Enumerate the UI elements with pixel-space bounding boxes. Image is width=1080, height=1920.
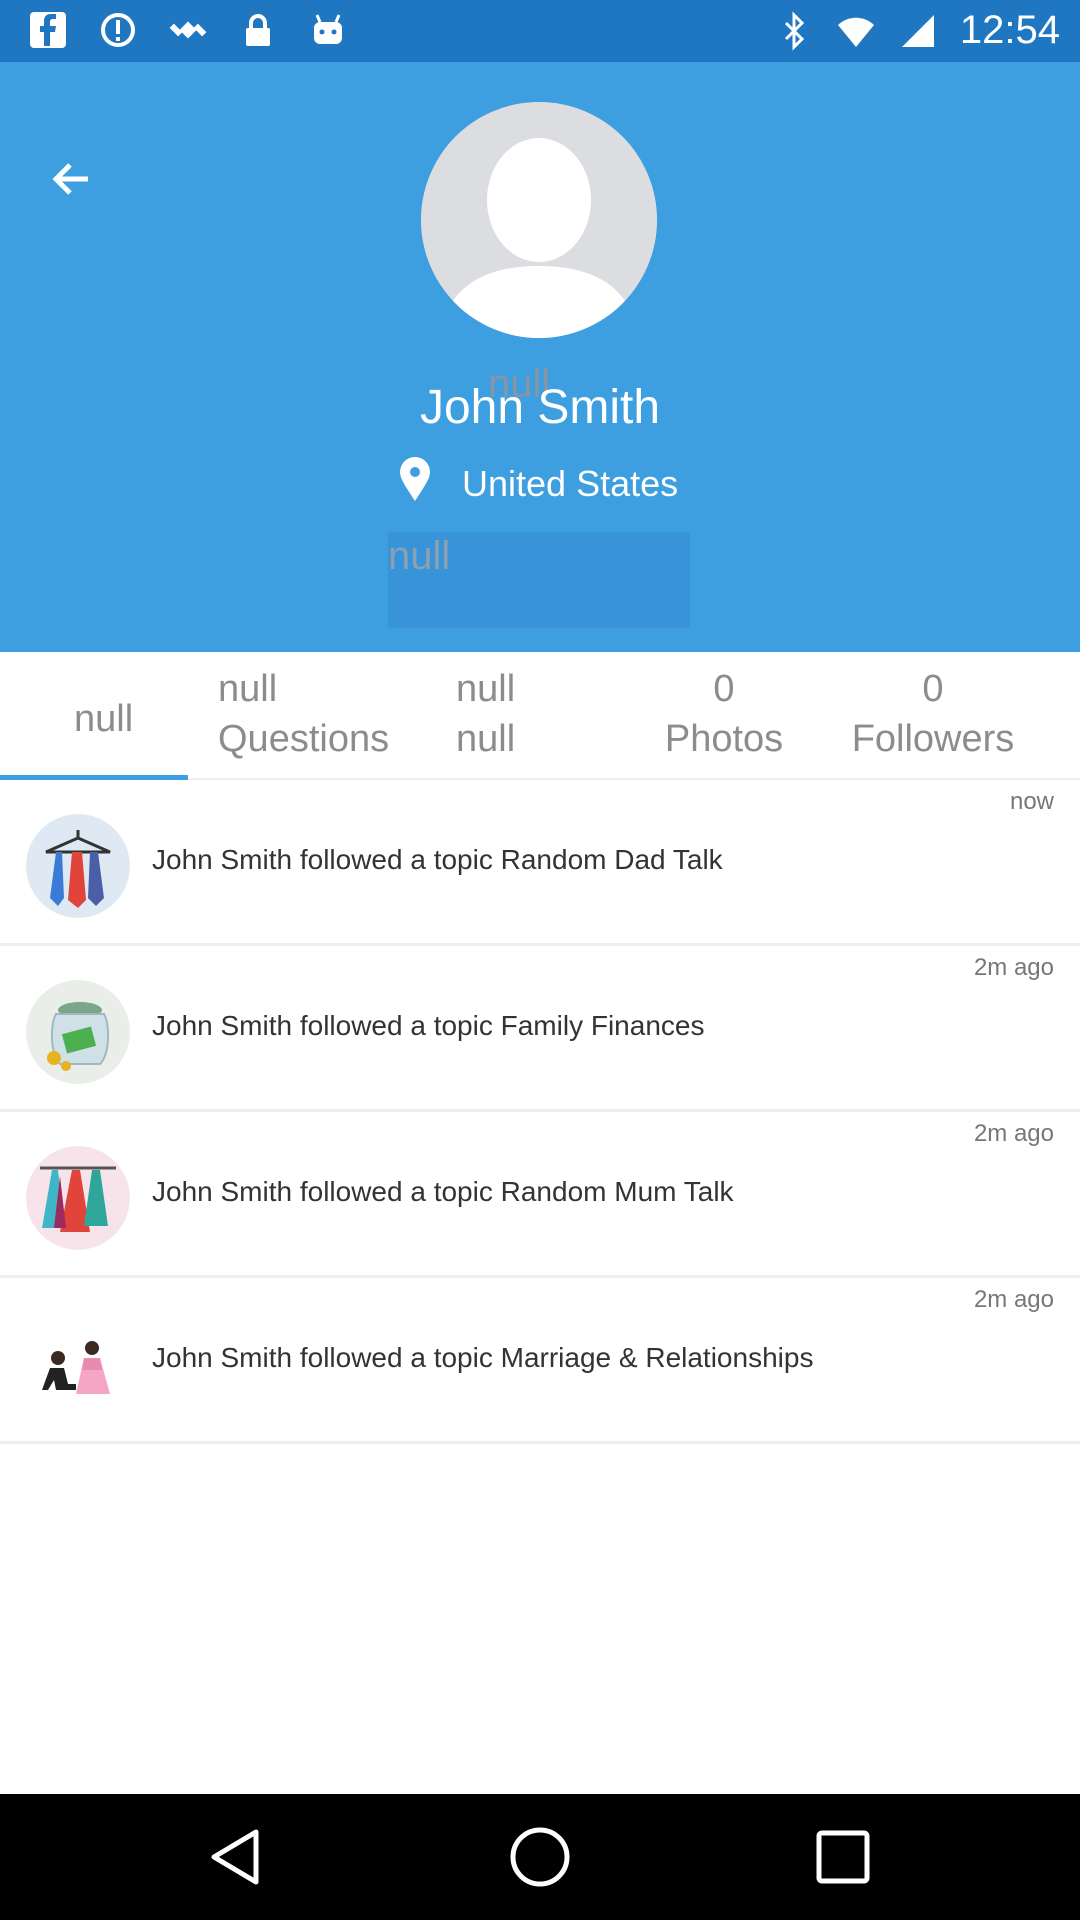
profile-name: John Smith: [419, 381, 661, 434]
activity-list: now John Smith followed a topic Random D…: [0, 780, 1080, 1444]
signal-icon: [898, 11, 938, 51]
facebook-icon: [28, 10, 68, 50]
tab-null-null[interactable]: null null: [456, 664, 515, 764]
proposal-couple-icon: [26, 1312, 130, 1416]
tab-questions[interactable]: null Questions: [218, 664, 389, 764]
activity-time: 2m ago: [973, 1286, 1054, 1313]
activity-time: 2m ago: [973, 1120, 1054, 1147]
tab-null[interactable]: null: [74, 694, 133, 744]
tab-count: 0: [713, 668, 735, 710]
activity-text: John Smith followed a topic Random Dad T…: [152, 844, 723, 875]
profile-location: United States: [398, 457, 678, 510]
lock-icon: [238, 10, 278, 50]
list-item[interactable]: 2m ago John Smith followed a topic Rando…: [0, 1112, 1080, 1278]
android-icon: [308, 10, 348, 50]
navigation-bar: [0, 1794, 1080, 1920]
tab-followers[interactable]: 0 Followers: [850, 664, 1016, 764]
status-bar: 12:54: [0, 0, 1080, 62]
dresses-hanger-icon: [26, 1146, 130, 1250]
recents-nav-icon[interactable]: [810, 1824, 876, 1890]
tab-label: null: [74, 698, 134, 740]
list-item[interactable]: 2m ago John Smith followed a topic Famil…: [0, 946, 1080, 1112]
avatar[interactable]: [421, 102, 657, 338]
tab-photos[interactable]: 0 Photos: [664, 664, 784, 764]
bluetooth-icon: [774, 10, 814, 51]
bio-text: null: [388, 534, 451, 578]
tab-label: Questions: [218, 718, 390, 760]
money-jar-icon: [26, 980, 130, 1084]
activity-text: John Smith followed a topic Random Mum T…: [152, 1176, 734, 1207]
location-text: United States: [462, 462, 679, 504]
tab-label: Followers: [851, 718, 1015, 760]
ties-hanger-icon: [26, 814, 130, 918]
data-saver-icon: [98, 10, 138, 50]
wifi-icon: [836, 11, 876, 51]
back-nav-icon[interactable]: [204, 1824, 270, 1890]
tab-label: null: [456, 718, 516, 760]
tab-count: null: [218, 668, 278, 710]
status-time: 12:54: [959, 8, 1060, 52]
list-item[interactable]: 2m ago John Smith followed a topic Marri…: [0, 1278, 1080, 1444]
activity-text: John Smith followed a topic Marriage & R…: [152, 1342, 814, 1373]
tab-count: 0: [922, 668, 944, 710]
profile-header: null John Smith United States null: [0, 62, 1080, 652]
fake-gps-icon: [168, 10, 208, 50]
activity-time: 2m ago: [973, 954, 1054, 981]
list-item[interactable]: now John Smith followed a topic Random D…: [0, 780, 1080, 946]
back-arrow-icon[interactable]: [40, 147, 104, 211]
location-pin-icon: [398, 457, 432, 510]
home-nav-icon[interactable]: [507, 1824, 573, 1890]
activity-time: now: [1009, 788, 1054, 815]
tab-label: Photos: [664, 718, 784, 760]
activity-text: John Smith followed a topic Family Finan…: [152, 1010, 705, 1041]
tab-count: null: [456, 668, 516, 710]
profile-tabs: null null Questions null null 0 Photos 0…: [0, 652, 1080, 780]
